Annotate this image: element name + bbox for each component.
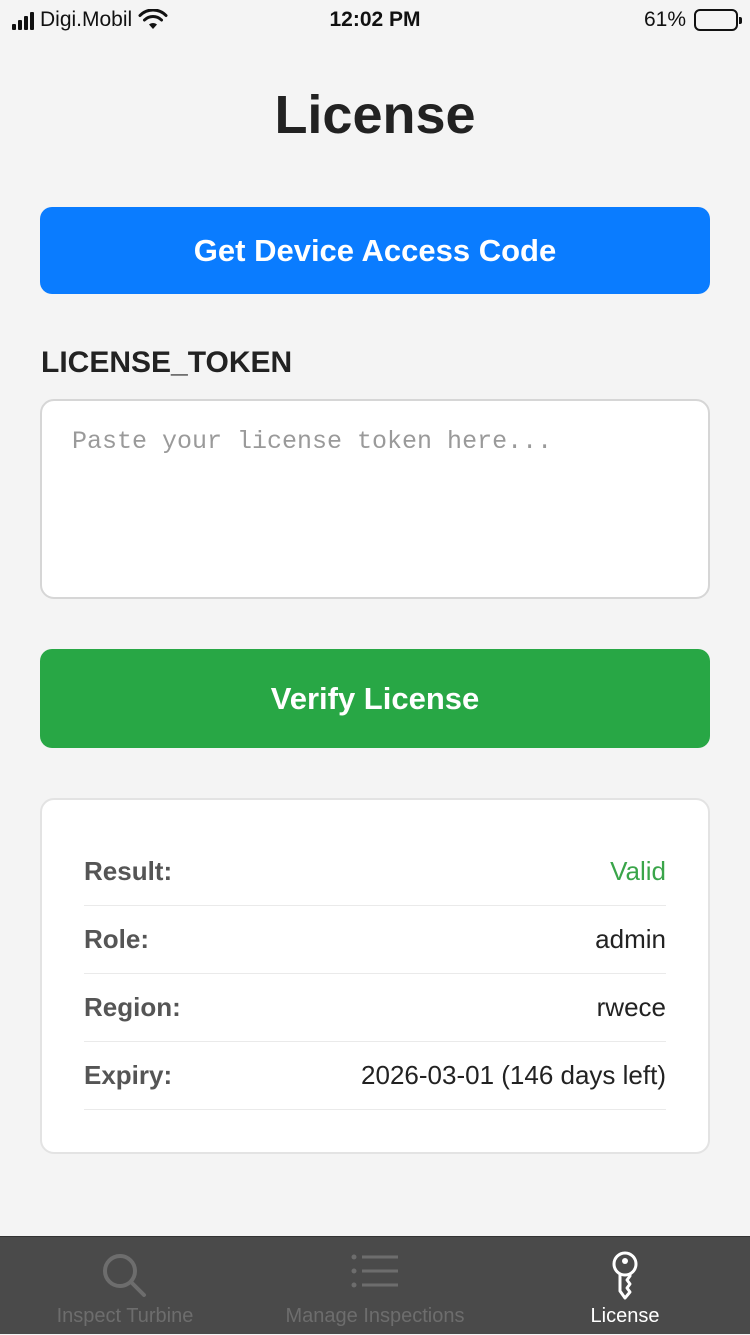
page-title: License [274, 85, 476, 145]
license-token-label: LICENSE_TOKEN [41, 346, 293, 379]
tab-bar: Inspect Turbine Manage Inspections Licen… [0, 1236, 750, 1334]
status-bar: Digi.Mobil 12:02 PM 61% [0, 0, 750, 40]
result-row: Result: Valid [84, 838, 666, 906]
tab-manage-inspections[interactable]: Manage Inspections [250, 1237, 500, 1335]
tab-license[interactable]: License [500, 1237, 750, 1335]
region-row: Region: rwece [84, 974, 666, 1042]
status-right: 61% [643, 8, 742, 32]
role-value: admin [595, 924, 666, 954]
tab-label-manage-inspections: Manage Inspections [285, 1305, 465, 1327]
tab-label-license: License [590, 1305, 660, 1327]
search-icon [0, 1251, 250, 1299]
expiry-key: Expiry: [84, 1060, 173, 1090]
battery-percent: 61% [643, 8, 686, 31]
key-icon [500, 1251, 750, 1301]
region-key: Region: [84, 992, 181, 1022]
verify-license-button[interactable]: Verify License [40, 649, 710, 748]
battery-icon [694, 9, 742, 31]
tab-label-inspect-turbine: Inspect Turbine [56, 1305, 194, 1327]
status-time: 12:02 PM [329, 8, 421, 31]
license-result-card: Result: Valid Role: admin Region: rwece … [40, 798, 710, 1154]
license-token-input[interactable] [40, 399, 710, 599]
role-key: Role: [84, 924, 149, 954]
list-icon [250, 1251, 500, 1291]
tab-inspect-turbine[interactable]: Inspect Turbine [0, 1237, 250, 1335]
expiry-row: Expiry: 2026-03-01 (146 days left) [84, 1042, 666, 1110]
get-device-access-code-button[interactable]: Get Device Access Code [40, 207, 710, 294]
result-value: Valid [610, 856, 666, 886]
expiry-value: 2026-03-01 (146 days left) [361, 1060, 666, 1090]
role-row: Role: admin [84, 906, 666, 974]
region-value: rwece [596, 992, 666, 1022]
result-key: Result: [84, 856, 173, 886]
